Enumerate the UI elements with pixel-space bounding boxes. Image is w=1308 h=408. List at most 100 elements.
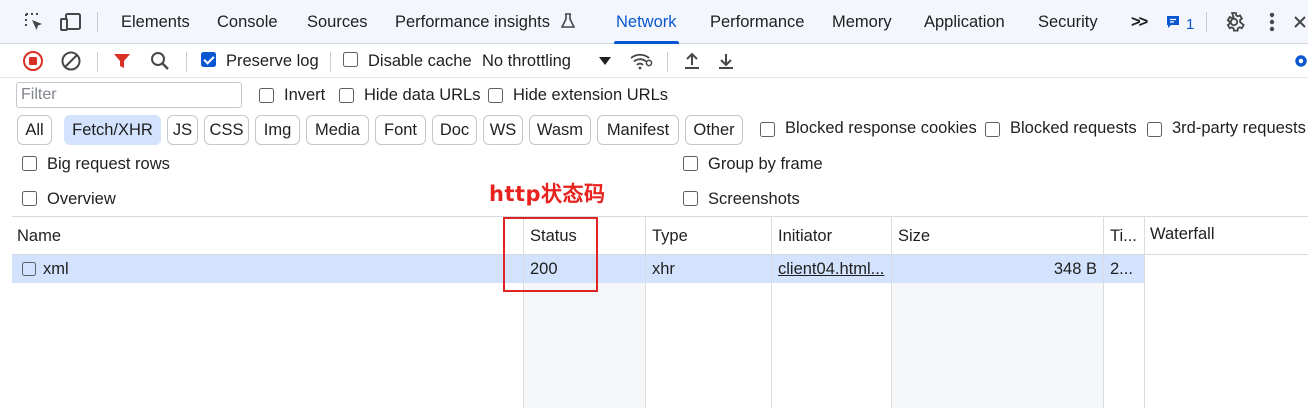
tab-elements[interactable]: Elements (121, 0, 190, 44)
column-divider[interactable] (523, 217, 524, 408)
tab-network[interactable]: Network (614, 0, 679, 44)
row-size: 348 B (1053, 260, 1097, 278)
column-divider[interactable] (771, 217, 772, 408)
throttling-dropdown-arrow-icon[interactable] (593, 49, 617, 73)
network-conditions-icon[interactable] (629, 49, 653, 73)
tab-performance-insights[interactable]: Performance insights (395, 0, 575, 44)
overview-checkbox[interactable] (22, 191, 37, 206)
type-chip-doc[interactable]: Doc (432, 115, 477, 145)
type-chip-js[interactable]: JS (167, 115, 198, 145)
filter-input[interactable] (16, 82, 242, 108)
hide-data-urls-label: Hide data URLs (364, 86, 481, 104)
type-chip-other[interactable]: Other (685, 115, 743, 145)
status-column-band (523, 283, 645, 408)
import-har-upload-icon[interactable] (680, 49, 704, 73)
disable-cache-checkbox[interactable] (343, 52, 358, 67)
resource-type-filter-row: All Fetch/XHR JS CSS Img Media Font Doc … (0, 113, 1308, 147)
type-chip-wasm[interactable]: Wasm (529, 115, 591, 145)
invert-label: Invert (284, 86, 326, 104)
third-party-requests-checkbox[interactable] (1147, 122, 1162, 137)
type-chip-manifest[interactable]: Manifest (597, 115, 679, 145)
tab-sources[interactable]: Sources (307, 0, 368, 44)
throttling-select[interactable]: No throttling (482, 44, 571, 78)
type-chip-img[interactable]: Img (255, 115, 300, 145)
clear-log-icon[interactable] (59, 49, 83, 73)
column-header-status[interactable]: Status (530, 217, 577, 255)
type-chip-fetch-xhr[interactable]: Fetch/XHR (64, 115, 161, 145)
network-request-table: Name Status Type Initiator Size Ti... Wa… (12, 216, 1308, 408)
annotation-label: http状态码 (489, 182, 606, 206)
search-icon[interactable] (148, 49, 172, 73)
tabbar-divider (97, 12, 98, 32)
column-header-size[interactable]: Size (898, 217, 930, 255)
experiment-flask-icon (560, 2, 575, 46)
column-header-waterfall[interactable]: Waterfall (1150, 215, 1215, 253)
column-header-time[interactable]: Ti... (1110, 217, 1140, 255)
export-har-download-icon[interactable] (714, 49, 738, 73)
settings-gear-icon[interactable] (1222, 10, 1246, 34)
tab-console[interactable]: Console (217, 0, 278, 44)
row-initiator-link[interactable]: client04.html... (778, 255, 886, 283)
column-header-initiator[interactable]: Initiator (778, 217, 832, 255)
device-toolbar-icon[interactable] (59, 10, 83, 34)
close-devtools-icon[interactable] (1292, 10, 1308, 34)
big-request-rows-checkbox[interactable] (22, 156, 37, 171)
request-row-checkbox-icon (22, 262, 36, 276)
row-type: xhr (652, 260, 675, 278)
screenshots-label: Screenshots (708, 190, 800, 208)
screenshots-checkbox[interactable] (683, 191, 698, 206)
toolbar-divider-2 (186, 52, 187, 72)
tab-performance-insights-label: Performance insights (395, 13, 550, 31)
toolbar-divider (97, 52, 98, 72)
issues-count: 1 (1186, 15, 1195, 33)
filter-row: Invert Hide data URLs Hide extension URL… (0, 78, 1308, 113)
type-chip-all[interactable]: All (17, 115, 52, 145)
third-party-requests-label: 3rd-party requests (1172, 119, 1306, 137)
row-waterfall-cell (1145, 255, 1308, 283)
invert-checkbox[interactable] (259, 88, 274, 103)
preserve-log-checkbox[interactable] (201, 52, 216, 67)
group-by-frame-checkbox[interactable] (683, 156, 698, 171)
column-divider[interactable] (891, 217, 892, 408)
row-status: 200 (530, 260, 558, 278)
size-column-band (891, 283, 1103, 408)
issues-badge[interactable]: 1 (1165, 14, 1194, 34)
hide-data-urls-checkbox[interactable] (339, 88, 354, 103)
more-tabs-button[interactable]: >> (1131, 0, 1148, 44)
type-chip-ws[interactable]: WS (483, 115, 523, 145)
customize-menu-icon[interactable] (1260, 10, 1284, 34)
column-divider[interactable] (1144, 217, 1145, 408)
tab-memory[interactable]: Memory (832, 0, 892, 44)
tabbar-divider-2 (1206, 12, 1207, 32)
overview-label: Overview (47, 190, 116, 208)
throttling-value: No throttling (482, 52, 571, 70)
toolbar-divider-4 (667, 52, 668, 72)
tab-performance[interactable]: Performance (710, 0, 804, 44)
devtools-tab-bar: Elements Console Sources Performance ins… (0, 0, 1308, 44)
hide-extension-urls-label: Hide extension URLs (513, 86, 668, 104)
table-row[interactable]: xml 200 xhr client04.html... 348 B 2... (12, 255, 1308, 283)
network-settings-gear-icon[interactable] (1294, 49, 1308, 73)
tab-security[interactable]: Security (1038, 0, 1098, 44)
tab-application[interactable]: Application (924, 0, 1005, 44)
group-by-frame-label: Group by frame (708, 155, 823, 173)
table-header: Name Status Type Initiator Size Ti... Wa… (12, 217, 1308, 255)
type-chip-css[interactable]: CSS (204, 115, 249, 145)
preserve-log-label: Preserve log (226, 52, 319, 70)
hide-extension-urls-checkbox[interactable] (488, 88, 503, 103)
network-toolbar: Preserve log Disable cache No throttling (0, 44, 1308, 78)
column-header-type[interactable]: Type (652, 217, 688, 255)
blocked-requests-checkbox[interactable] (985, 122, 1000, 137)
column-divider[interactable] (645, 217, 646, 408)
column-divider[interactable] (1103, 217, 1104, 408)
column-header-name[interactable]: Name (17, 217, 61, 255)
toolbar-divider-3 (330, 52, 331, 72)
blocked-requests-label: Blocked requests (1010, 119, 1137, 137)
stop-recording-icon[interactable] (21, 49, 45, 73)
type-chip-font[interactable]: Font (375, 115, 426, 145)
inspect-element-icon[interactable] (22, 10, 46, 34)
blocked-response-cookies-checkbox[interactable] (760, 122, 775, 137)
filter-funnel-icon[interactable] (110, 49, 134, 73)
type-chip-media[interactable]: Media (306, 115, 369, 145)
settings-row-2: Overview Screenshots (0, 182, 1308, 217)
